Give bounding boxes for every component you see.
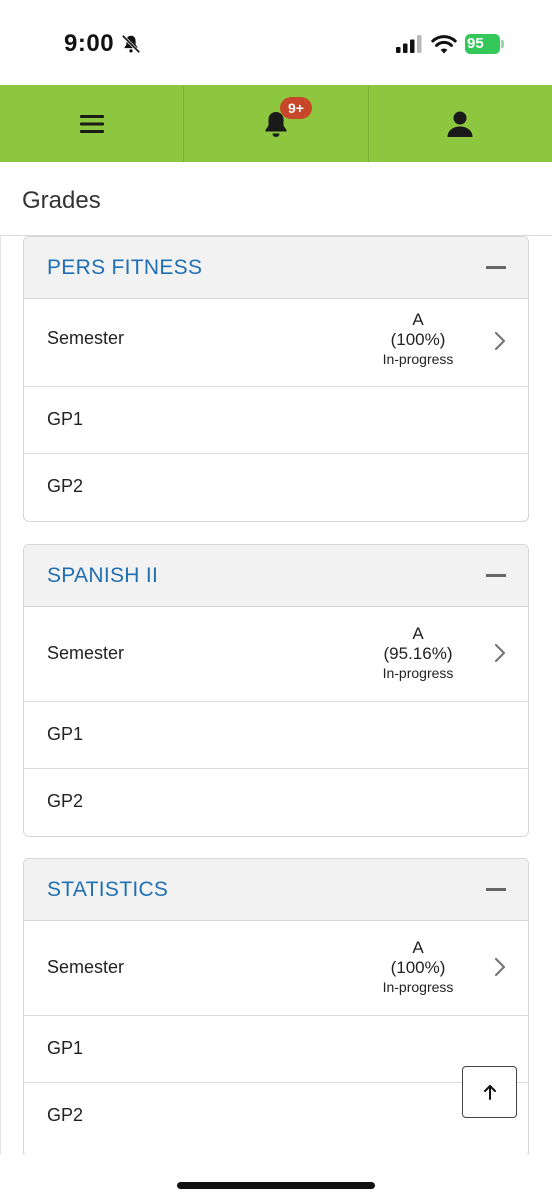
battery-icon: 95	[465, 34, 505, 54]
grade-status: In-progress	[382, 665, 454, 681]
course-card: PERS FITNESS Semester A (100%) In-progre…	[23, 236, 529, 522]
course-header[interactable]: SPANISH II	[24, 545, 528, 607]
course-header[interactable]: STATISTICS	[24, 859, 528, 921]
menu-icon	[79, 114, 104, 133]
chevron-right-icon	[494, 643, 506, 663]
menu-button[interactable]	[0, 85, 185, 162]
notifications-button[interactable]	[184, 85, 369, 162]
grade-summary: A (100%) In-progress	[363, 938, 473, 996]
profile-button[interactable]	[369, 85, 552, 162]
cellular-signal-icon	[396, 35, 422, 53]
semester-grade-row[interactable]: Semester A (95.16%) In-progress	[24, 607, 528, 702]
chevron-right-icon	[494, 331, 506, 351]
grading-period-row[interactable]: GP1	[24, 702, 528, 769]
term-label: GP1	[47, 724, 84, 744]
grading-period-row[interactable]: GP2	[24, 454, 528, 521]
term-label: GP2	[47, 476, 84, 496]
grade-letter: A	[412, 624, 424, 643]
term-label: GP2	[47, 791, 84, 811]
collapse-icon[interactable]	[486, 574, 506, 577]
term-label: Semester	[47, 328, 125, 348]
grade-letter: A	[412, 310, 424, 329]
term-label: GP2	[47, 1105, 84, 1125]
term-label: Semester	[47, 643, 125, 663]
arrow-up-icon	[483, 1085, 496, 1100]
grade-percent: (100%)	[390, 330, 446, 349]
course-name: STATISTICS	[47, 878, 169, 901]
battery-level: 95	[467, 35, 484, 52]
course-header[interactable]: PERS FITNESS	[24, 237, 528, 299]
term-label: Semester	[47, 957, 125, 977]
collapse-icon[interactable]	[486, 266, 506, 269]
grading-period-row[interactable]: GP2	[24, 769, 528, 836]
term-label: GP1	[47, 409, 84, 429]
app-nav-bar	[0, 85, 552, 162]
page-title: Grades	[22, 187, 101, 214]
content-border	[0, 236, 1, 1156]
home-indicator[interactable]	[177, 1182, 375, 1189]
grade-status: In-progress	[382, 351, 454, 367]
user-icon	[447, 111, 473, 137]
course-name: SPANISH II	[47, 564, 159, 587]
grade-summary: A (95.16%) In-progress	[363, 624, 473, 682]
scroll-to-top-button[interactable]	[462, 1066, 517, 1118]
grade-summary: A (100%) In-progress	[363, 310, 473, 368]
semester-grade-row[interactable]: Semester A (100%) In-progress	[24, 299, 528, 387]
chevron-right-icon	[494, 957, 506, 977]
grading-period-row[interactable]: GP1	[24, 387, 528, 454]
status-time: 9:00	[64, 30, 115, 57]
wifi-icon	[431, 35, 457, 54]
notification-count-badge: 9+	[280, 97, 312, 119]
course-name: PERS FITNESS	[47, 256, 203, 279]
grade-percent: (100%)	[390, 958, 446, 977]
course-card: STATISTICS Semester A (100%) In-progress…	[23, 858, 529, 1158]
status-bar: 9:00 95	[0, 0, 552, 85]
term-label: GP1	[47, 1038, 84, 1058]
collapse-icon[interactable]	[486, 888, 506, 891]
grade-letter: A	[412, 938, 424, 957]
grade-percent: (95.16%)	[383, 644, 453, 663]
bell-off-icon	[121, 34, 141, 54]
semester-grade-row[interactable]: Semester A (100%) In-progress	[24, 921, 528, 1016]
home-indicator-area	[0, 1155, 552, 1200]
course-card: SPANISH II Semester A (95.16%) In-progre…	[23, 544, 529, 837]
grading-period-row[interactable]: GP1	[24, 1016, 528, 1083]
grade-status: In-progress	[382, 979, 454, 995]
grading-period-row[interactable]: GP2	[24, 1083, 528, 1150]
